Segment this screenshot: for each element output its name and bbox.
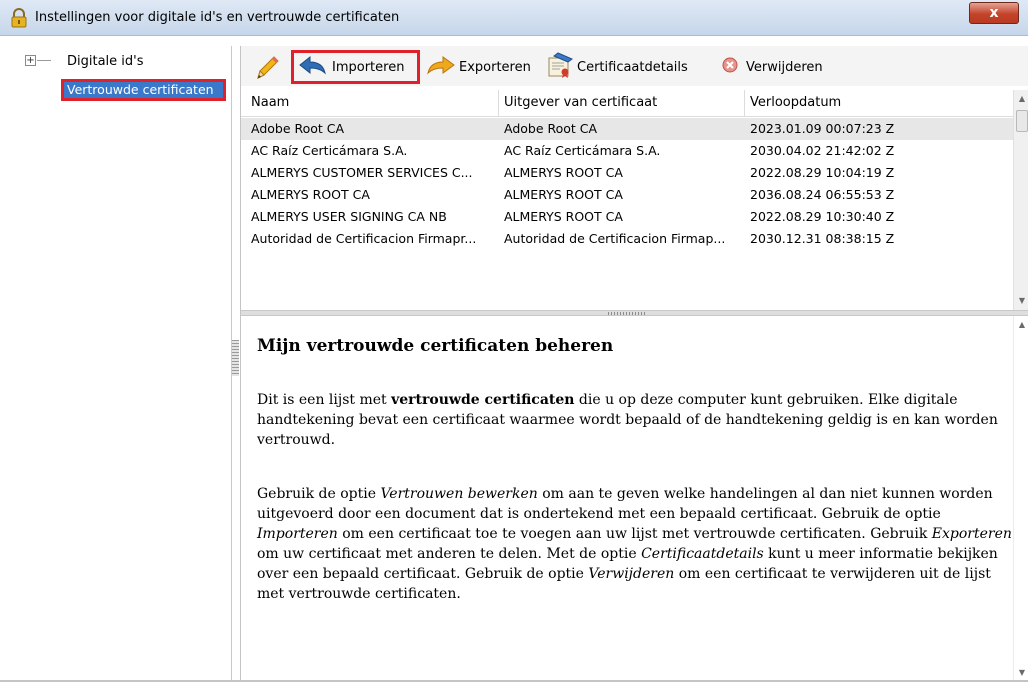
export-button[interactable]: Exporteren [426,54,531,80]
cell-issuer: Autoridad de Certificacion Firmap... [504,231,726,246]
scroll-down-arrow-icon[interactable]: ▼ [1014,668,1028,677]
table-row[interactable]: ALMERYS USER SIGNING CA NB ALMERYS ROOT … [241,206,1013,228]
cell-name: Adobe Root CA [251,121,345,136]
text-run-bold: vertrouwde certificaten [391,392,575,408]
description-pane: Mijn vertrouwde certificaten beheren Dit… [241,316,1013,682]
text-run-italic: Verwijderen [588,566,675,582]
window-title: Instellingen voor digitale id's en vertr… [35,10,400,25]
cell-name: AC Raíz Certicámara S.A. [251,143,408,158]
description-paragraph: Gebruik de optie Vertrouwen bewerken om … [257,484,1015,604]
cell-name: ALMERYS USER SIGNING CA NB [251,209,447,224]
tree-item-trusted-certificates[interactable]: Vertrouwde certificaten [61,79,226,101]
vertical-splitter-grip[interactable] [232,340,239,376]
cell-expiry: 2023.01.09 00:07:23 Z [750,121,895,136]
table-row[interactable]: Adobe Root CA Adobe Root CA 2023.01.09 0… [241,118,1013,140]
tree-connector-line [37,60,51,61]
cell-issuer: ALMERYS ROOT CA [504,209,623,224]
column-divider[interactable] [498,90,499,117]
import-arrow-icon [298,54,326,80]
certificate-details-label: Certificaatdetails [577,59,688,75]
toolbar: Importeren Exporteren Certificaatdetails… [241,46,1028,86]
text-run: Gebruik de optie [257,486,381,502]
certificates-panel: Importeren Exporteren Certificaatdetails… [240,46,1028,682]
scroll-up-arrow-icon[interactable]: ▲ [1014,320,1028,329]
remove-label: Verwijderen [746,59,823,75]
text-run: om uw certificaat met anderen te delen. … [257,546,642,562]
table-row[interactable]: ALMERYS CUSTOMER SERVICES C... ALMERYS R… [241,162,1013,184]
cell-name: ALMERYS ROOT CA [251,187,370,202]
tree-item-digital-ids[interactable]: Digitale id's [67,54,144,69]
scroll-up-arrow-icon[interactable]: ▲ [1014,94,1028,103]
cell-issuer: AC Raíz Certicámara S.A. [504,143,661,158]
text-run: Dit is een lijst met [257,392,392,408]
column-header-name[interactable]: Naam [251,95,289,110]
table-row[interactable]: AC Raíz Certicámara S.A. AC Raíz Certicá… [241,140,1013,162]
splitter-grip[interactable] [608,312,646,315]
remove-x-icon [722,57,738,77]
remove-button[interactable]: Verwijderen [722,54,823,80]
cell-expiry: 2030.12.31 08:38:15 Z [750,231,895,246]
pencil-icon [255,56,281,84]
column-header-expiry[interactable]: Verloopdatum [750,95,841,110]
cell-issuer: ALMERYS ROOT CA [504,187,623,202]
column-divider[interactable] [744,90,745,117]
cell-expiry: 2036.08.24 06:55:53 Z [750,187,895,202]
certificate-details-button[interactable]: Certificaatdetails [546,52,688,82]
certificate-icon [546,52,574,82]
text-run-italic: Vertrouwen bewerken [380,486,538,502]
export-label: Exporteren [459,59,531,75]
lock-icon [10,8,28,28]
scrollbar-thumb[interactable] [1016,110,1028,132]
cell-expiry: 2030.04.02 21:42:02 Z [750,143,895,158]
cell-expiry: 2022.08.29 10:30:40 Z [750,209,895,224]
column-header-issuer[interactable]: Uitgever van certificaat [504,95,657,110]
text-run-italic: Importeren [257,526,338,542]
description-scrollbar[interactable]: ▲ ▼ [1013,316,1028,682]
cell-name: ALMERYS CUSTOMER SERVICES C... [251,165,473,180]
description-title: Mijn vertrouwde certificaten beheren [257,336,614,356]
text-run-italic: Certificaatdetails [641,546,764,562]
table-row[interactable]: ALMERYS ROOT CA ALMERYS ROOT CA 2036.08.… [241,184,1013,206]
table-scrollbar[interactable]: ▲ ▼ [1013,90,1028,310]
table-header: Naam Uitgever van certificaat Verloopdat… [241,90,1013,117]
cell-expiry: 2022.08.29 10:04:19 Z [750,165,895,180]
import-label: Importeren [332,59,405,75]
close-button[interactable]: x [969,2,1019,24]
edit-trust-button[interactable] [255,54,281,84]
tree-pane: + Digitale id's Vertrouwde certificaten [0,46,232,682]
cell-name: Autoridad de Certificacion Firmapr... [251,231,477,246]
title-bar: Instellingen voor digitale id's en vertr… [0,0,1028,36]
cell-issuer: ALMERYS ROOT CA [504,165,623,180]
export-arrow-icon [426,54,456,80]
tree-expand-icon[interactable]: + [25,55,36,66]
cell-issuer: Adobe Root CA [504,121,598,136]
import-button[interactable]: Importeren [291,50,420,84]
text-run: om een certificaat toe te voegen aan uw … [337,526,932,542]
certificates-table: Naam Uitgever van certificaat Verloopdat… [241,90,1013,310]
text-run-italic: Exporteren [931,526,1012,542]
description-paragraph: Dit is een lijst met vertrouwde certific… [257,390,1015,450]
table-row[interactable]: Autoridad de Certificacion Firmapr... Au… [241,228,1013,250]
scroll-down-arrow-icon[interactable]: ▼ [1014,296,1028,305]
